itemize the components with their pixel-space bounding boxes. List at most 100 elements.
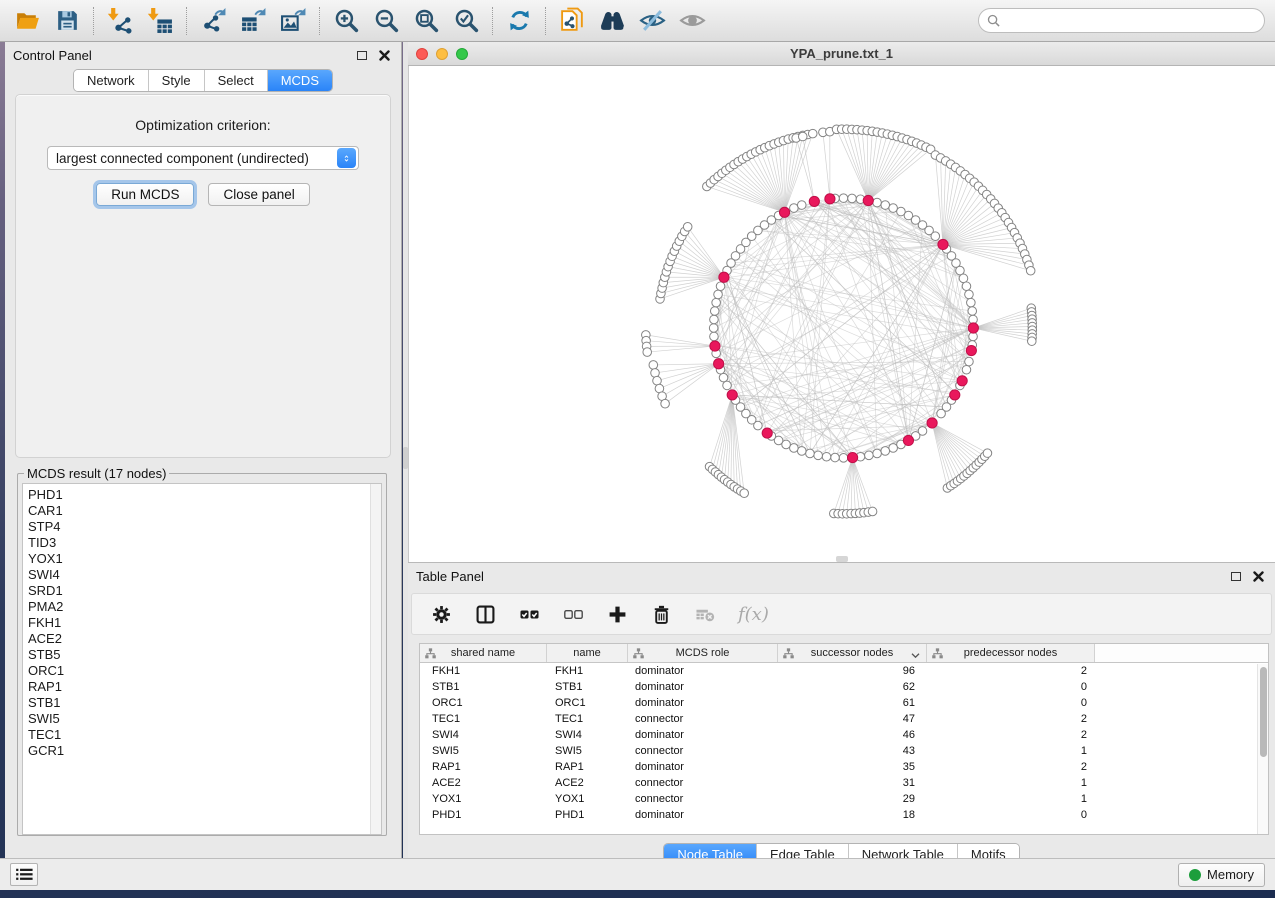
column-header-successor-nodes[interactable]: successor nodes: [778, 644, 927, 662]
export-image-button[interactable]: [276, 4, 310, 38]
scrollbar-thumb[interactable]: [1260, 667, 1267, 757]
mcds-result-item[interactable]: RAP1: [28, 679, 381, 695]
import-network-button[interactable]: [103, 4, 137, 38]
mcds-result-item[interactable]: SWI5: [28, 711, 381, 727]
table-panel: Table Panel f(x) shared namenameMCDS rol…: [408, 562, 1275, 858]
column-label: predecessor nodes: [964, 647, 1058, 659]
table-row[interactable]: YOX1YOX1connector291: [420, 791, 1268, 807]
table-cell: 18: [778, 809, 927, 821]
attribute-icon: [425, 648, 436, 662]
table-cell: STB1: [547, 681, 628, 693]
table-cell: 1: [927, 777, 1095, 789]
tab-style[interactable]: Style: [149, 70, 205, 91]
mcds-result-list[interactable]: PHD1CAR1STP4TID3YOX1SWI4SRD1PMA2FKH1ACE2…: [22, 483, 382, 835]
export-table-button[interactable]: [236, 4, 270, 38]
mcds-result-item[interactable]: YOX1: [28, 551, 381, 567]
add-entry-button[interactable]: [606, 603, 628, 625]
float-table-panel-button[interactable]: [1227, 568, 1245, 586]
table-row[interactable]: STB1STB1dominator620: [420, 679, 1268, 695]
mcds-result-item[interactable]: GCR1: [28, 743, 381, 759]
list-icon: [16, 868, 33, 881]
column-label: MCDS role: [676, 647, 730, 659]
float-icon: [1231, 572, 1241, 581]
table-row[interactable]: PHD1PHD1dominator180: [420, 807, 1268, 823]
zoom-out-button[interactable]: [369, 4, 403, 38]
open-file-button[interactable]: [10, 4, 44, 38]
run-mcds-button[interactable]: Run MCDS: [96, 183, 194, 206]
table-cell: FKH1: [547, 665, 628, 677]
table-row[interactable]: ORC1ORC1dominator610: [420, 695, 1268, 711]
mcds-result-item[interactable]: FKH1: [28, 615, 381, 631]
hide-selected-button[interactable]: [635, 4, 669, 38]
table-row[interactable]: TEC1TEC1connector472: [420, 711, 1268, 727]
column-header-name[interactable]: name: [547, 644, 628, 662]
network-canvas-svg[interactable]: [408, 66, 1275, 562]
table-scrollbar[interactable]: [1257, 664, 1268, 834]
table-row[interactable]: ACE2ACE2connector311: [420, 775, 1268, 791]
float-icon: [357, 51, 367, 60]
close-panel-action-button[interactable]: Close panel: [208, 183, 309, 206]
table-cell: dominator: [628, 761, 778, 773]
table-row[interactable]: FKH1FKH1dominator962: [420, 663, 1268, 679]
mcds-result-item[interactable]: SRD1: [28, 583, 381, 599]
function-builder-button-disabled: f(x): [738, 603, 769, 625]
select-all-button[interactable]: [518, 603, 540, 625]
refresh-icon: [506, 7, 533, 34]
mcds-result-item[interactable]: PHD1: [28, 487, 381, 503]
tab-select[interactable]: Select: [205, 70, 268, 91]
mcds-result-item[interactable]: STP4: [28, 519, 381, 535]
table-settings-button[interactable]: [430, 603, 452, 625]
apply-layout-button[interactable]: [502, 4, 536, 38]
deselect-all-button[interactable]: [562, 603, 584, 625]
network-window-title: YPA_prune.txt_1: [408, 46, 1275, 61]
zoom-in-button[interactable]: [329, 4, 363, 38]
first-neighbors-button[interactable]: [595, 4, 629, 38]
mcds-result-item[interactable]: STB1: [28, 695, 381, 711]
column-header-predecessor-nodes[interactable]: predecessor nodes: [927, 644, 1095, 662]
table-cell: ORC1: [547, 697, 628, 709]
checked-boxes-icon: [520, 605, 539, 624]
import-table-button[interactable]: [143, 4, 177, 38]
search-box[interactable]: [978, 8, 1265, 33]
export-network-button[interactable]: [196, 4, 230, 38]
table-row[interactable]: SWI5SWI5connector431: [420, 743, 1268, 759]
mcds-result-item[interactable]: SWI4: [28, 567, 381, 583]
save-session-button[interactable]: [50, 4, 84, 38]
mcds-result-item[interactable]: ORC1: [28, 663, 381, 679]
mcds-result-item[interactable]: TID3: [28, 535, 381, 551]
mcds-result-item[interactable]: ACE2: [28, 631, 381, 647]
zoom-selected-button[interactable]: [449, 4, 483, 38]
mcds-result-item[interactable]: TEC1: [28, 727, 381, 743]
tab-mcds[interactable]: MCDS: [268, 70, 332, 91]
show-columns-button[interactable]: [474, 603, 496, 625]
show-all-button[interactable]: [675, 4, 709, 38]
task-history-button[interactable]: [10, 863, 38, 886]
mcds-result-item[interactable]: CAR1: [28, 503, 381, 519]
column-header-MCDS-role[interactable]: MCDS role: [628, 644, 778, 662]
zoom-fit-button[interactable]: [409, 4, 443, 38]
column-header-shared-name[interactable]: shared name: [420, 644, 547, 662]
open-folder-icon: [14, 7, 41, 34]
table-cell: dominator: [628, 681, 778, 693]
table-cell: PHD1: [547, 809, 628, 821]
result-list-scrollbar[interactable]: [370, 484, 381, 834]
close-table-panel-button[interactable]: [1249, 568, 1267, 586]
new-network-from-selection-button[interactable]: [555, 4, 589, 38]
search-input[interactable]: [1005, 14, 1256, 28]
float-panel-button[interactable]: [353, 47, 371, 65]
table-cell: PHD1: [420, 809, 547, 821]
network-window-titlebar[interactable]: YPA_prune.txt_1: [408, 42, 1275, 66]
delete-entry-button[interactable]: [650, 603, 672, 625]
close-panel-button[interactable]: [375, 47, 393, 65]
binoculars-icon: [599, 7, 626, 34]
criterion-dropdown[interactable]: largest connected component (undirected): [47, 146, 359, 170]
mcds-result-item[interactable]: PMA2: [28, 599, 381, 615]
table-cell: TEC1: [547, 713, 628, 725]
eye-slash-icon: [639, 7, 666, 34]
mcds-result-item[interactable]: STB5: [28, 647, 381, 663]
tab-network[interactable]: Network: [74, 70, 149, 91]
table-row[interactable]: SWI4SWI4dominator462: [420, 727, 1268, 743]
sort-desc-icon: [911, 650, 920, 662]
memory-button[interactable]: Memory: [1178, 863, 1265, 887]
table-row[interactable]: RAP1RAP1dominator352: [420, 759, 1268, 775]
